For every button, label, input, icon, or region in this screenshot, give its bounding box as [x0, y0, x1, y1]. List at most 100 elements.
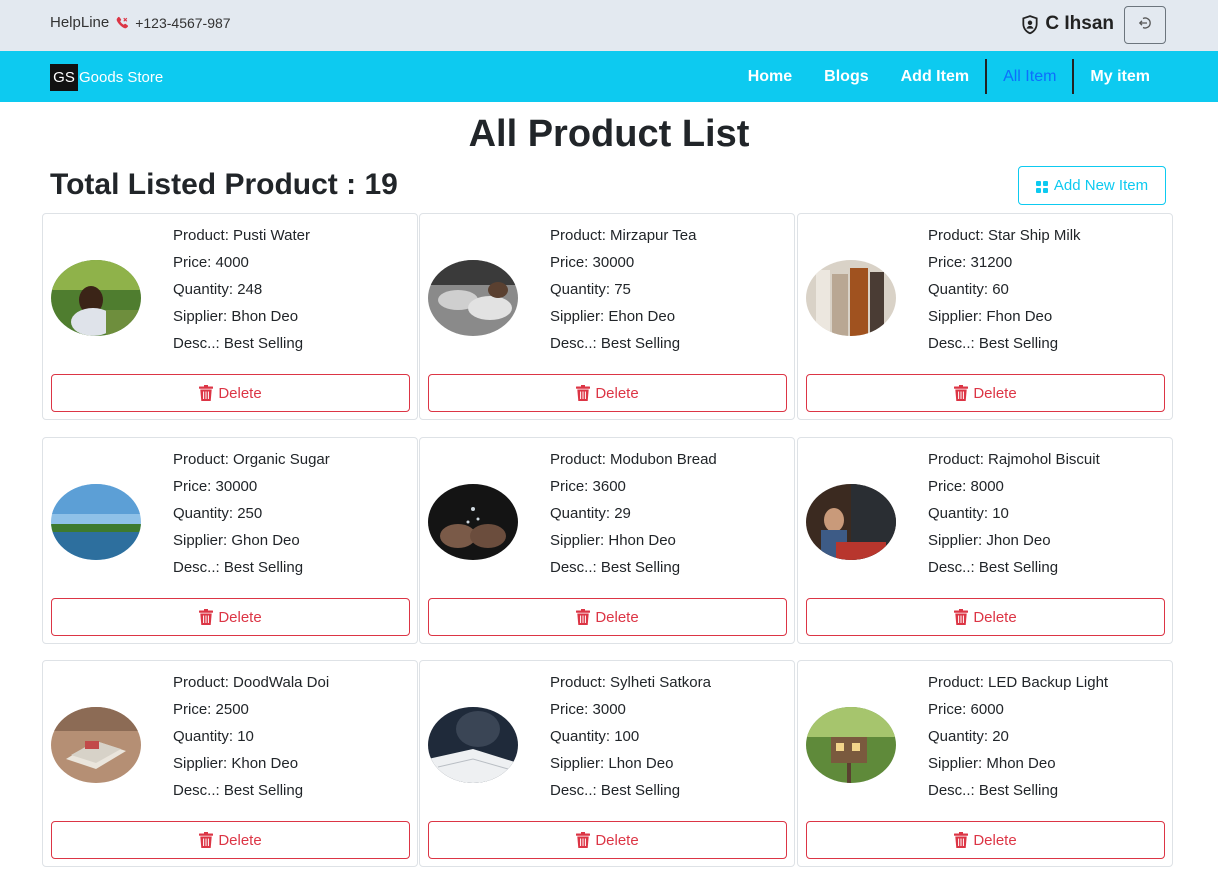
logout-button[interactable]: [1124, 6, 1166, 44]
delete-label: Delete: [218, 384, 262, 402]
delete-label: Delete: [973, 608, 1017, 626]
product-card: Product: Rajmohol Biscuit Price: 8000 Qu…: [797, 437, 1173, 644]
delete-button[interactable]: Delete: [51, 374, 410, 412]
product-image: [428, 707, 518, 783]
delete-button[interactable]: Delete: [428, 821, 787, 859]
trash-icon: [576, 832, 591, 848]
product-image: [428, 260, 518, 336]
helpline-label: HelpLine: [50, 14, 110, 31]
product-description: Desc..: Best Selling: [928, 782, 1059, 799]
user-area: C Ihsan: [1021, 4, 1166, 44]
product-name: Product: Sylheti Satkora: [550, 674, 711, 691]
product-supplier: Sipplier: Jhon Deo: [928, 532, 1051, 549]
product-price: Price: 30000: [173, 478, 258, 495]
delete-label: Delete: [973, 831, 1017, 849]
product-info: Product: Mirzapur Tea Price: 30000 Quant…: [550, 222, 696, 357]
product-supplier: Sipplier: Ghon Deo: [173, 532, 300, 549]
product-card: Product: Sylheti Satkora Price: 3000 Qua…: [419, 660, 795, 867]
product-info: Product: LED Backup Light Price: 6000 Qu…: [928, 669, 1108, 804]
product-info: Product: Star Ship Milk Price: 31200 Qua…: [928, 222, 1081, 357]
product-supplier: Sipplier: Lhon Deo: [550, 755, 674, 772]
delete-button[interactable]: Delete: [51, 598, 410, 636]
product-name: Product: Organic Sugar: [173, 451, 330, 468]
nav-home[interactable]: Home: [732, 59, 808, 94]
product-supplier: Sipplier: Ehon Deo: [550, 308, 676, 325]
delete-label: Delete: [595, 831, 639, 849]
grid-icon: [1035, 180, 1048, 193]
add-new-item-button[interactable]: Add New Item: [1018, 166, 1166, 205]
trash-icon: [954, 832, 969, 848]
product-card: Product: LED Backup Light Price: 6000 Qu…: [797, 660, 1173, 867]
product-quantity: Quantity: 10: [928, 505, 1009, 522]
delete-button[interactable]: Delete: [428, 374, 787, 412]
product-name: Product: Mirzapur Tea: [550, 227, 697, 244]
brand-logo: GS: [50, 64, 78, 91]
add-new-item-label: Add New Item: [1053, 177, 1149, 194]
phone-icon: [115, 16, 129, 30]
shield-user-icon: [1021, 15, 1039, 35]
product-description: Desc..: Best Selling: [928, 335, 1059, 352]
product-image: [51, 260, 141, 336]
page-title: All Product List: [468, 113, 750, 155]
trash-icon: [199, 832, 214, 848]
delete-label: Delete: [595, 608, 639, 626]
product-description: Desc..: Best Selling: [173, 782, 304, 799]
delete-button[interactable]: Delete: [428, 598, 787, 636]
product-supplier: Sipplier: Hhon Deo: [550, 532, 676, 549]
trash-icon: [576, 385, 591, 401]
product-description: Desc..: Best Selling: [550, 782, 681, 799]
product-card: Product: Modubon Bread Price: 3600 Quant…: [419, 437, 795, 644]
delete-label: Delete: [973, 384, 1017, 402]
nav-all-item[interactable]: All Item: [987, 59, 1072, 94]
product-card: Product: Star Ship Milk Price: 31200 Qua…: [797, 213, 1173, 420]
brand-link[interactable]: GS Goods Store: [50, 64, 163, 91]
product-card: Product: Pusti Water Price: 4000 Quantit…: [42, 213, 418, 420]
product-price: Price: 31200: [928, 254, 1013, 271]
product-info: Product: Pusti Water Price: 4000 Quantit…: [173, 222, 310, 357]
delete-button[interactable]: Delete: [806, 821, 1165, 859]
delete-button[interactable]: Delete: [806, 374, 1165, 412]
product-quantity: Quantity: 75: [550, 281, 631, 298]
product-price: Price: 3600: [550, 478, 626, 495]
trash-icon: [954, 609, 969, 625]
product-card: Product: Organic Sugar Price: 30000 Quan…: [42, 437, 418, 644]
product-info: Product: Sylheti Satkora Price: 3000 Qua…: [550, 669, 711, 804]
product-quantity: Quantity: 60: [928, 281, 1009, 298]
delete-label: Delete: [218, 608, 262, 626]
product-image: [806, 707, 896, 783]
product-quantity: Quantity: 29: [550, 505, 631, 522]
product-price: Price: 4000: [173, 254, 249, 271]
nav-add-item[interactable]: Add Item: [885, 59, 985, 94]
product-description: Desc..: Best Selling: [550, 335, 681, 352]
trash-icon: [199, 385, 214, 401]
trash-icon: [576, 609, 591, 625]
nav-links: Home Blogs Add Item All Item My item: [732, 59, 1166, 94]
trash-icon: [199, 609, 214, 625]
helpline-number: +123-4567-987: [135, 14, 231, 31]
product-description: Desc..: Best Selling: [173, 335, 304, 352]
product-description: Desc..: Best Selling: [550, 559, 681, 576]
product-name: Product: DoodWala Doi: [173, 674, 330, 691]
navbar: GS Goods Store Home Blogs Add Item All I…: [0, 51, 1218, 102]
product-supplier: Sipplier: Fhon Deo: [928, 308, 1053, 325]
helpline: HelpLine +123-4567-987: [50, 14, 231, 31]
product-name: Product: Star Ship Milk: [928, 227, 1081, 244]
product-description: Desc..: Best Selling: [173, 559, 304, 576]
delete-button[interactable]: Delete: [806, 598, 1165, 636]
product-name: Product: Modubon Bread: [550, 451, 717, 468]
brand-name: Goods Store: [79, 69, 164, 86]
delete-button[interactable]: Delete: [51, 821, 410, 859]
product-price: Price: 30000: [550, 254, 635, 271]
product-quantity: Quantity: 20: [928, 728, 1009, 745]
product-image: [806, 484, 896, 560]
nav-blogs[interactable]: Blogs: [808, 59, 884, 94]
trash-icon: [954, 385, 969, 401]
product-price: Price: 2500: [173, 701, 249, 718]
product-quantity: Quantity: 250: [173, 505, 263, 522]
nav-my-item[interactable]: My item: [1074, 59, 1166, 94]
delete-label: Delete: [218, 831, 262, 849]
product-info: Product: Modubon Bread Price: 3600 Quant…: [550, 446, 717, 581]
product-image: [806, 260, 896, 336]
product-quantity: Quantity: 248: [173, 281, 263, 298]
top-bar: HelpLine +123-4567-987 C Ihsan: [0, 0, 1218, 51]
